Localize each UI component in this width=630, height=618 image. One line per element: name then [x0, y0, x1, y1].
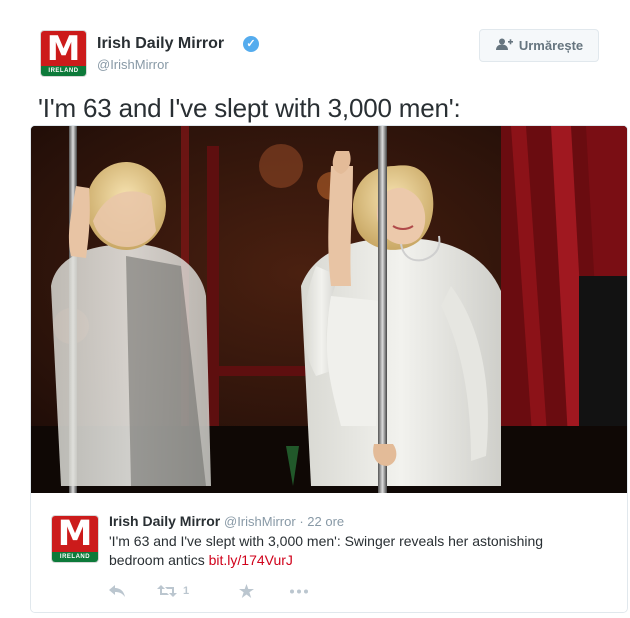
quoted-avatar-letter: M	[52, 516, 98, 553]
quoted-time[interactable]: 22 ore	[307, 514, 344, 529]
tweet-text: 'I'm 63 and I've slept with 3,000 men':	[38, 93, 461, 123]
author-name[interactable]: Irish Daily Mirror	[97, 35, 224, 53]
quoted-tweet[interactable]: M IRELAND Irish Daily Mirror @IrishMirro…	[31, 493, 627, 612]
avatar-logo-letter: M	[41, 31, 86, 67]
quoted-text: 'I'm 63 and I've slept with 3,000 men': …	[109, 533, 544, 568]
action-bar: 1	[109, 581, 309, 601]
quoted-author-name[interactable]: Irish Daily Mirror	[109, 513, 220, 529]
star-icon[interactable]	[239, 584, 289, 598]
quoted-author-handle[interactable]: @IrishMirror	[224, 514, 296, 529]
add-user-icon	[495, 38, 513, 53]
author-handle[interactable]: @IrishMirror	[97, 57, 169, 72]
card-photo[interactable]	[31, 126, 627, 493]
quoted-meta: @IrishMirror · 22 ore	[224, 514, 344, 529]
media-card[interactable]: M IRELAND Irish Daily Mirror @IrishMirro…	[30, 125, 628, 613]
retweet-count: 1	[183, 585, 190, 597]
follow-button[interactable]: Urmărește	[479, 29, 599, 62]
more-dots-icon[interactable]	[289, 589, 309, 594]
photo-woman-pole-icon	[31, 126, 627, 493]
quoted-separator: ·	[299, 514, 304, 529]
quoted-link[interactable]: bit.ly/174VurJ	[209, 552, 293, 568]
retweet-icon	[157, 585, 177, 597]
avatar[interactable]: M IRELAND	[40, 30, 87, 77]
avatar-logo-sub: IRELAND	[41, 66, 86, 76]
follow-button-label: Urmărește	[518, 38, 584, 53]
verified-badge-icon: ✓	[243, 36, 259, 52]
reply-icon[interactable]	[109, 585, 157, 597]
retweet-action[interactable]: 1	[157, 585, 239, 597]
quoted-text-block: 'I'm 63 and I've slept with 3,000 men': …	[109, 532, 579, 570]
quoted-avatar-sub: IRELAND	[52, 552, 98, 562]
quoted-avatar[interactable]: M IRELAND	[51, 515, 99, 563]
